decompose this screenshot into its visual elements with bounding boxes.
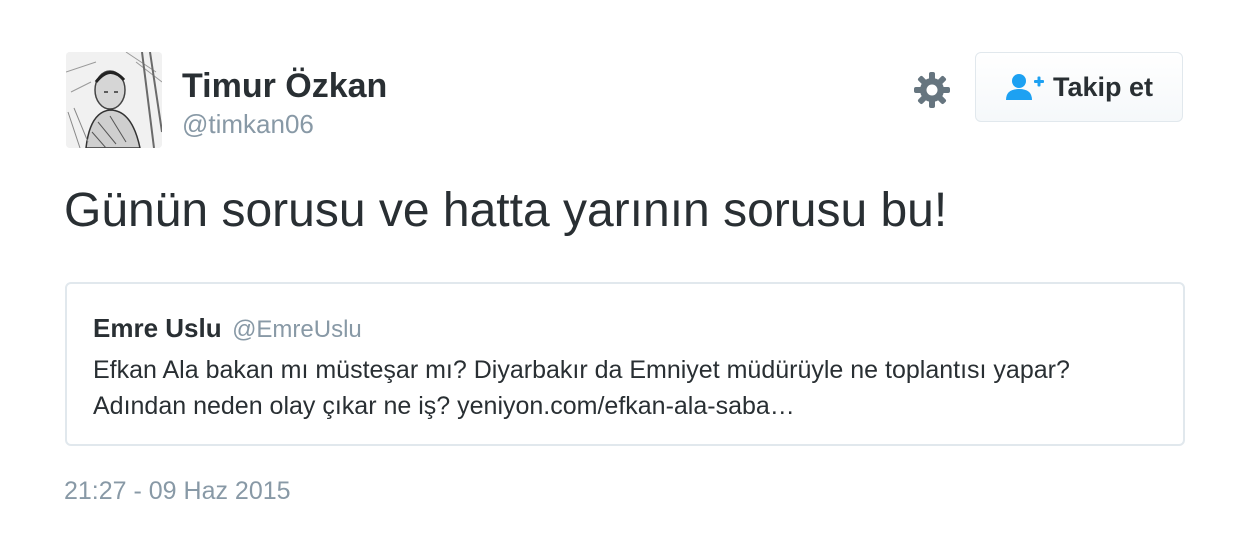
- quoted-tweet-header: Emre Uslu @EmreUslu: [93, 312, 362, 349]
- quoted-tweet-card[interactable]: Emre Uslu @EmreUslu Efkan Ala bakan mı m…: [65, 282, 1185, 446]
- avatar-sketch-image: [66, 52, 162, 148]
- add-user-icon: [1005, 74, 1044, 100]
- author-handle[interactable]: @timkan06: [182, 109, 314, 139]
- tweet-text: Günün sorusu ve hatta yarının sorusu bu!: [64, 184, 948, 237]
- follow-button[interactable]: Takip et: [975, 52, 1183, 122]
- quoted-author-handle: @EmreUslu: [232, 316, 362, 343]
- quoted-tweet-text: Efkan Ala bakan mı müsteşar mı? Diyarbak…: [93, 356, 1070, 420]
- author-name[interactable]: Timur Özkan: [182, 66, 387, 106]
- gear-icon: [914, 72, 950, 108]
- tweet-timestamp[interactable]: 21:27 - 09 Haz 2015: [64, 476, 291, 506]
- follow-button-label: Takip et: [1052, 71, 1154, 102]
- quoted-author-name: Emre Uslu: [93, 313, 222, 343]
- avatar[interactable]: [66, 52, 162, 148]
- settings-gear-button[interactable]: [912, 70, 952, 110]
